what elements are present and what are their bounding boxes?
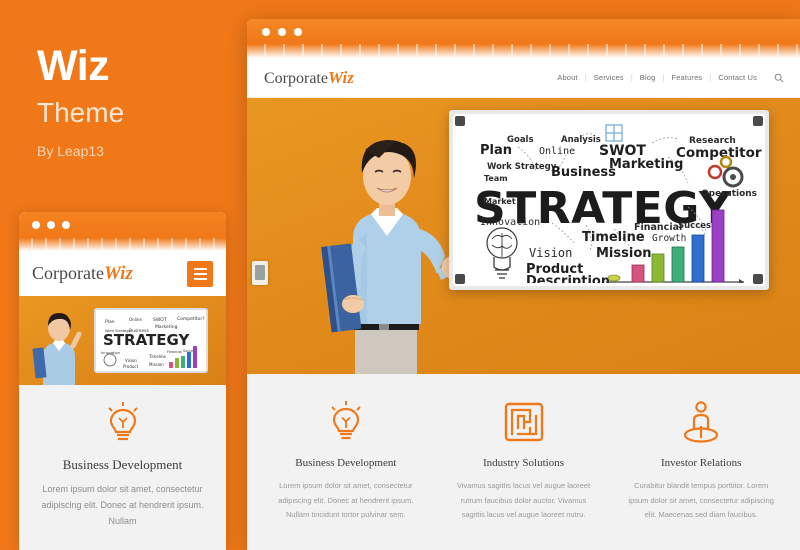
window-dot[interactable] [262,27,270,36]
lightbulb-icon [19,401,226,445]
svg-text:Success: Success [678,221,716,231]
lightbulb-icon [271,400,421,444]
svg-text:Market: Market [484,197,516,206]
mobile-window-dots [32,221,70,229]
svg-text:Marketing: Marketing [609,157,683,172]
browser-window: CorporateWiz About | Services | Blog | F… [247,19,800,550]
mobile-site-logo[interactable]: CorporateWiz [32,263,133,285]
mobile-navbar: CorporateWiz [19,251,226,296]
window-dot[interactable] [32,221,40,229]
site-navbar: CorporateWiz About | Services | Blog | F… [247,58,800,98]
promo-panel: Wiz Theme By Leap13 CorporateWiz STRATEG… [0,0,240,550]
nav-item-features[interactable]: Features [665,73,710,82]
theme-title: Wiz [37,42,110,90]
mobile-feature-section: Business Development Lorem ipsum dolor s… [19,385,226,550]
whiteboard-corner [753,116,763,126]
svg-text:Business: Business [551,165,616,180]
whiteboard-corner [455,274,465,284]
svg-text:Online: Online [539,146,575,157]
feature-body: Lorem ipsum dolor sit amet, consectetur … [278,481,414,520]
window-dot[interactable] [47,221,55,229]
svg-text:Marketing: Marketing [155,324,178,330]
mobile-logo-primary: Corporate [32,262,104,283]
investor-icon [626,400,776,444]
svg-text:Vision: Vision [125,358,137,363]
feature-title: Investor Relations [661,457,742,469]
window-dot[interactable] [278,27,286,36]
svg-text:Work Strategy: Work Strategy [105,329,132,333]
feature-body: Vivamus sagittis lacus vel augue laoreet… [456,481,591,520]
theme-author: By Leap13 [37,143,104,159]
feature-card-industry-solutions: Industry Solutions Vivamus sagittis lacu… [435,400,613,550]
svg-text:Timeline: Timeline [582,230,645,245]
feature-card-business-development: Business Development Lorem ipsum dolor s… [257,400,435,550]
site-nav-menu: About | Services | Blog | Features | Con… [550,73,784,83]
hamburger-line [193,272,207,275]
svg-text:Financial: Financial [167,350,182,354]
whiteboard-corner [455,116,465,126]
maze-icon [449,400,599,444]
svg-text:Analysis: Analysis [561,135,601,145]
svg-text:Mission: Mission [149,362,164,367]
svg-text:Vision: Vision [529,246,572,260]
feature-title: Business Development [295,457,397,469]
mobile-feature-body: Lorem ipsum dolor sit amet, consectetur … [41,484,204,526]
whiteboard-content: STRATEGY Goals Analysis Research Plan On… [456,117,762,283]
feature-section: Business Development Lorem ipsum dolor s… [247,374,800,550]
browser-titlebar [247,19,800,44]
mobile-mockup: CorporateWiz STRATEGY Plan Online SWOT C… [19,212,226,550]
svg-text:Timeline: Timeline [148,354,167,359]
svg-text:Team: Team [484,174,508,183]
feature-card-investor-relations: Investor Relations Curabitur blandit tem… [612,400,790,550]
svg-text:Growth: Growth [652,233,686,244]
mobile-titlebar [19,212,226,238]
hamburger-line [193,277,207,280]
hamburger-line [193,267,207,270]
site-logo-primary: Corporate [264,69,328,87]
svg-text:Plan: Plan [105,319,115,325]
whiteboard: STRATEGY Goals Analysis Research Plan On… [449,110,769,290]
svg-text:Innovation: Innovation [101,351,120,355]
hero-section: STRATEGY Goals Analysis Research Plan On… [247,98,800,374]
svg-text:Competitor?: Competitor? [676,145,762,161]
mobile-logo-accent: Wiz [103,262,133,284]
window-dot[interactable] [294,27,302,36]
feature-title: Industry Solutions [483,457,564,469]
svg-text:Description: Description [526,274,610,283]
mobile-hero-illustration: STRATEGY Plan Online SWOT Competitor? Wo… [19,296,226,385]
whiteboard-drawing: STRATEGY Goals Analysis Research Plan On… [474,124,762,283]
hamburger-menu-icon[interactable] [187,260,213,287]
mobile-hero-image: STRATEGY Plan Online SWOT Competitor? Wo… [19,296,226,385]
svg-text:SWOT: SWOT [153,317,167,323]
search-icon[interactable] [774,73,784,83]
svg-text:Plan: Plan [480,143,512,158]
svg-text:Product: Product [123,364,139,369]
window-dot[interactable] [62,221,70,229]
brain-bulb-icon [486,227,518,279]
svg-text:Mission: Mission [596,246,652,261]
nav-item-services[interactable]: Services [587,73,631,82]
mobile-titlebar-fade [19,238,226,251]
browser-titlebar-fade [247,44,800,58]
svg-text:Competitor?: Competitor? [177,316,205,322]
browser-window-dots [262,27,302,36]
mobile-feature-title: Business Development [62,457,183,472]
svg-text:Online: Online [129,317,142,322]
wall-switch [252,261,268,285]
theme-subtitle: Theme [37,97,125,128]
site-logo[interactable]: CorporateWiz [264,68,354,88]
nav-item-about[interactable]: About [550,73,584,82]
brand-block: Wiz Theme By Leap13 [37,42,237,160]
gear-icon [707,155,744,188]
whiteboard-corner [753,274,763,284]
feature-body: Curabitur blandit tempus porttitor. Lore… [628,481,774,520]
nav-item-contact-us[interactable]: Contact Us [711,73,764,82]
nav-item-blog[interactable]: Blog [633,73,663,82]
svg-text:Work Strategy: Work Strategy [487,162,557,172]
svg-text:Innovation: Innovation [480,217,540,228]
svg-text:Business: Business [129,328,149,334]
svg-text:Operations: Operations [701,189,757,199]
site-logo-accent: Wiz [327,67,354,87]
